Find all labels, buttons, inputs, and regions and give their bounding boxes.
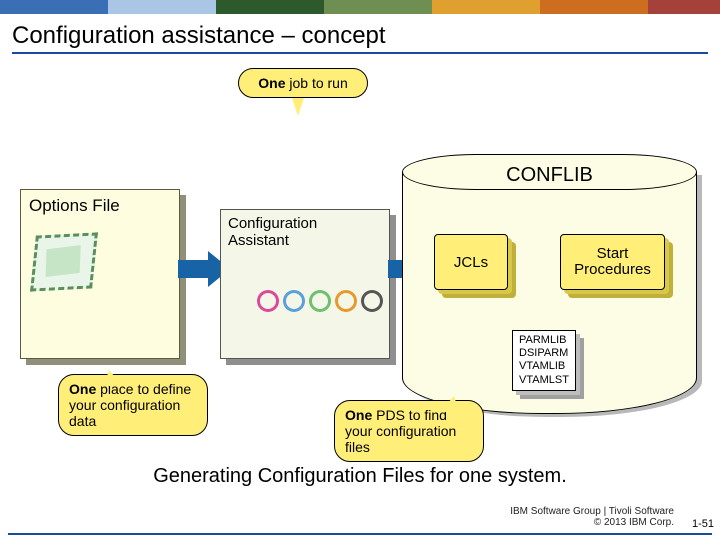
callout-one-job-bold: One [258,75,285,91]
lib-item: VTAMLST [519,374,569,387]
gear-icon [335,290,357,312]
conflib-label: CONFLIB [402,164,697,187]
decorative-top-band [0,0,720,14]
jcls-stack: JCLs [434,234,508,290]
config-assistant-line2: Assistant [228,232,289,249]
stamp-icon [30,232,98,291]
callout-one-place-bold: One [69,381,96,397]
callout-one-pds-bold: One [345,407,372,423]
callout-one-job: One job to run [238,68,368,98]
lib-item: DSIPARM [519,347,569,360]
options-file-box: Options File [20,189,180,359]
callout-one-job-text: job to run [285,75,347,91]
arrow-1-body [178,260,212,278]
callout-one-place-tail [104,360,123,386]
options-file-label: Options File [21,190,179,222]
diagram-canvas: One job to run Options File Configuratio… [0,64,720,504]
lib-item: VTAMLIB [519,360,569,373]
conflib-cylinder: CONFLIB JCLs StartProcedures PARMLIB DSI… [402,154,697,414]
config-assistant-line1: Configuration [228,215,317,232]
page-number: 1-51 [692,518,714,530]
callout-one-pds: One PDS to find your configuration files [334,400,484,462]
gear-icon [257,290,279,312]
gear-icon [361,290,383,312]
jcls-label: JCLs [454,254,488,271]
slide-subtitle: Generating Configuration Files for one s… [0,465,720,488]
footer-line1: IBM Software Group | Tivoli Software [510,506,674,517]
callout-one-job-tail [292,98,304,126]
footer-line2: © 2013 IBM Corp. [510,517,674,528]
config-assistant-label: Configuration Assistant [221,210,389,255]
callout-one-pds-tail [440,386,459,412]
lib-list-box: PARMLIB DSIPARM VTAMLIB VTAMLST [512,330,576,391]
start-procedures-label: StartProcedures [574,246,651,278]
config-assistant-box: Configuration Assistant [220,209,390,359]
title-underline [12,52,708,54]
gear-icon [309,290,331,312]
callout-one-place: One place to define your configuration d… [58,374,208,436]
slide-title: Configuration assistance – concept [12,22,708,50]
lib-item: PARMLIB [519,334,569,347]
gears-icon [257,290,383,312]
gear-icon [283,290,305,312]
start-procedures-stack: StartProcedures [560,234,665,290]
bottom-rule [8,533,712,535]
footer-block: IBM Software Group | Tivoli Software © 2… [510,506,674,528]
